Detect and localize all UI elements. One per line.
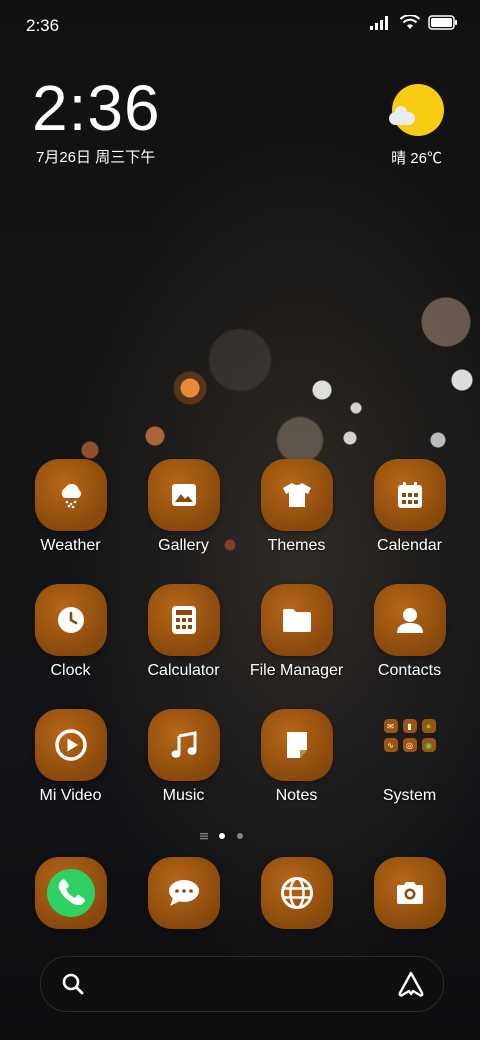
widget-date: 7月26日 周三下午 (36, 149, 156, 166)
weather-app-tile[interactable] (34, 459, 107, 531)
app-label-notes: Notes (275, 787, 318, 804)
status-time: 2:36 (26, 16, 60, 35)
app-mi-video[interactable]: Mi Video (14, 709, 127, 805)
app-label-file-manager: File Manager (249, 662, 344, 679)
widget-clock[interactable]: 2:36 (32, 76, 161, 140)
battery-icon (428, 15, 457, 30)
app-themes[interactable]: Themes (240, 459, 353, 555)
app-label-weather: Weather (40, 537, 101, 554)
app-label-contacts: Contacts (377, 662, 442, 679)
app-file-manager[interactable]: File Manager (240, 584, 353, 680)
widget-weather-text: 晴 26℃ (391, 150, 442, 167)
app-label-system: System (382, 787, 437, 804)
music-icon (171, 731, 196, 758)
calculator-app-tile[interactable] (147, 584, 220, 656)
app-notes[interactable]: Notes (240, 709, 353, 805)
calendar-app-tile[interactable] (373, 459, 446, 531)
app-calendar[interactable]: Calendar (353, 459, 466, 555)
app-label-music: Music (162, 787, 205, 804)
globe-icon (280, 877, 313, 909)
messages-icon (168, 880, 199, 906)
music-app-tile[interactable] (147, 709, 220, 781)
app-calculator[interactable]: Calculator (127, 584, 240, 680)
camera-icon (396, 882, 423, 904)
app-music[interactable]: Music (127, 709, 240, 805)
app-system-folder[interactable]: ✉ ▮ ● ∿ ◎ ◉ System (353, 709, 466, 805)
app-label-gallery: Gallery (158, 537, 209, 554)
signal-icon (370, 15, 388, 30)
status-bar: 2:36 (0, 0, 480, 50)
app-label-calendar: Calendar (377, 537, 442, 554)
system-folder-icon[interactable]: ✉ ▮ ● ∿ ◎ ◉ (374, 709, 446, 781)
search-icon[interactable] (61, 972, 85, 996)
contacts-app-tile[interactable] (373, 584, 446, 656)
themes-icon (282, 483, 311, 507)
themes-app-tile[interactable] (260, 459, 333, 531)
wifi-icon (400, 15, 420, 29)
clock-app-tile[interactable] (34, 584, 107, 656)
page-indicator[interactable] (200, 830, 250, 842)
folder-icon (282, 609, 311, 632)
notes-app-tile[interactable] (260, 709, 333, 781)
camera-app-tile[interactable] (373, 857, 446, 929)
dock-messages[interactable] (127, 857, 240, 929)
app-gallery[interactable]: Gallery (127, 459, 240, 555)
app-label-mi-video: Mi Video (39, 787, 102, 804)
app-label-themes: Themes (267, 537, 326, 554)
weather-icon (61, 483, 81, 509)
notes-icon (286, 732, 307, 758)
app-clock[interactable]: Clock (14, 584, 127, 680)
phone-app-tile[interactable] (34, 857, 107, 929)
calculator-icon (171, 606, 196, 634)
contacts-icon (396, 608, 423, 633)
assistant-icon[interactable] (397, 970, 425, 998)
app-label-calculator: Calculator (147, 662, 220, 679)
gallery-app-tile[interactable] (147, 459, 220, 531)
search-bar[interactable] (40, 956, 444, 1012)
calendar-icon (397, 482, 422, 508)
dock-browser[interactable] (240, 857, 353, 929)
browser-app-tile[interactable] (260, 857, 333, 929)
app-label-clock: Clock (50, 662, 91, 679)
mi-video-app-tile[interactable] (34, 709, 107, 781)
gallery-icon (171, 484, 196, 506)
app-weather[interactable]: Weather (14, 459, 127, 555)
phone-icon (46, 869, 95, 917)
sunny-partly-cloudy-icon[interactable] (389, 84, 444, 136)
clock-icon (57, 607, 84, 633)
dock-phone[interactable] (14, 857, 127, 929)
status-icons (370, 15, 458, 30)
messages-app-tile[interactable] (147, 857, 220, 929)
dock-camera[interactable] (353, 857, 466, 929)
file-manager-app-tile[interactable] (260, 584, 333, 656)
play-icon (54, 729, 87, 761)
app-contacts[interactable]: Contacts (353, 584, 466, 680)
